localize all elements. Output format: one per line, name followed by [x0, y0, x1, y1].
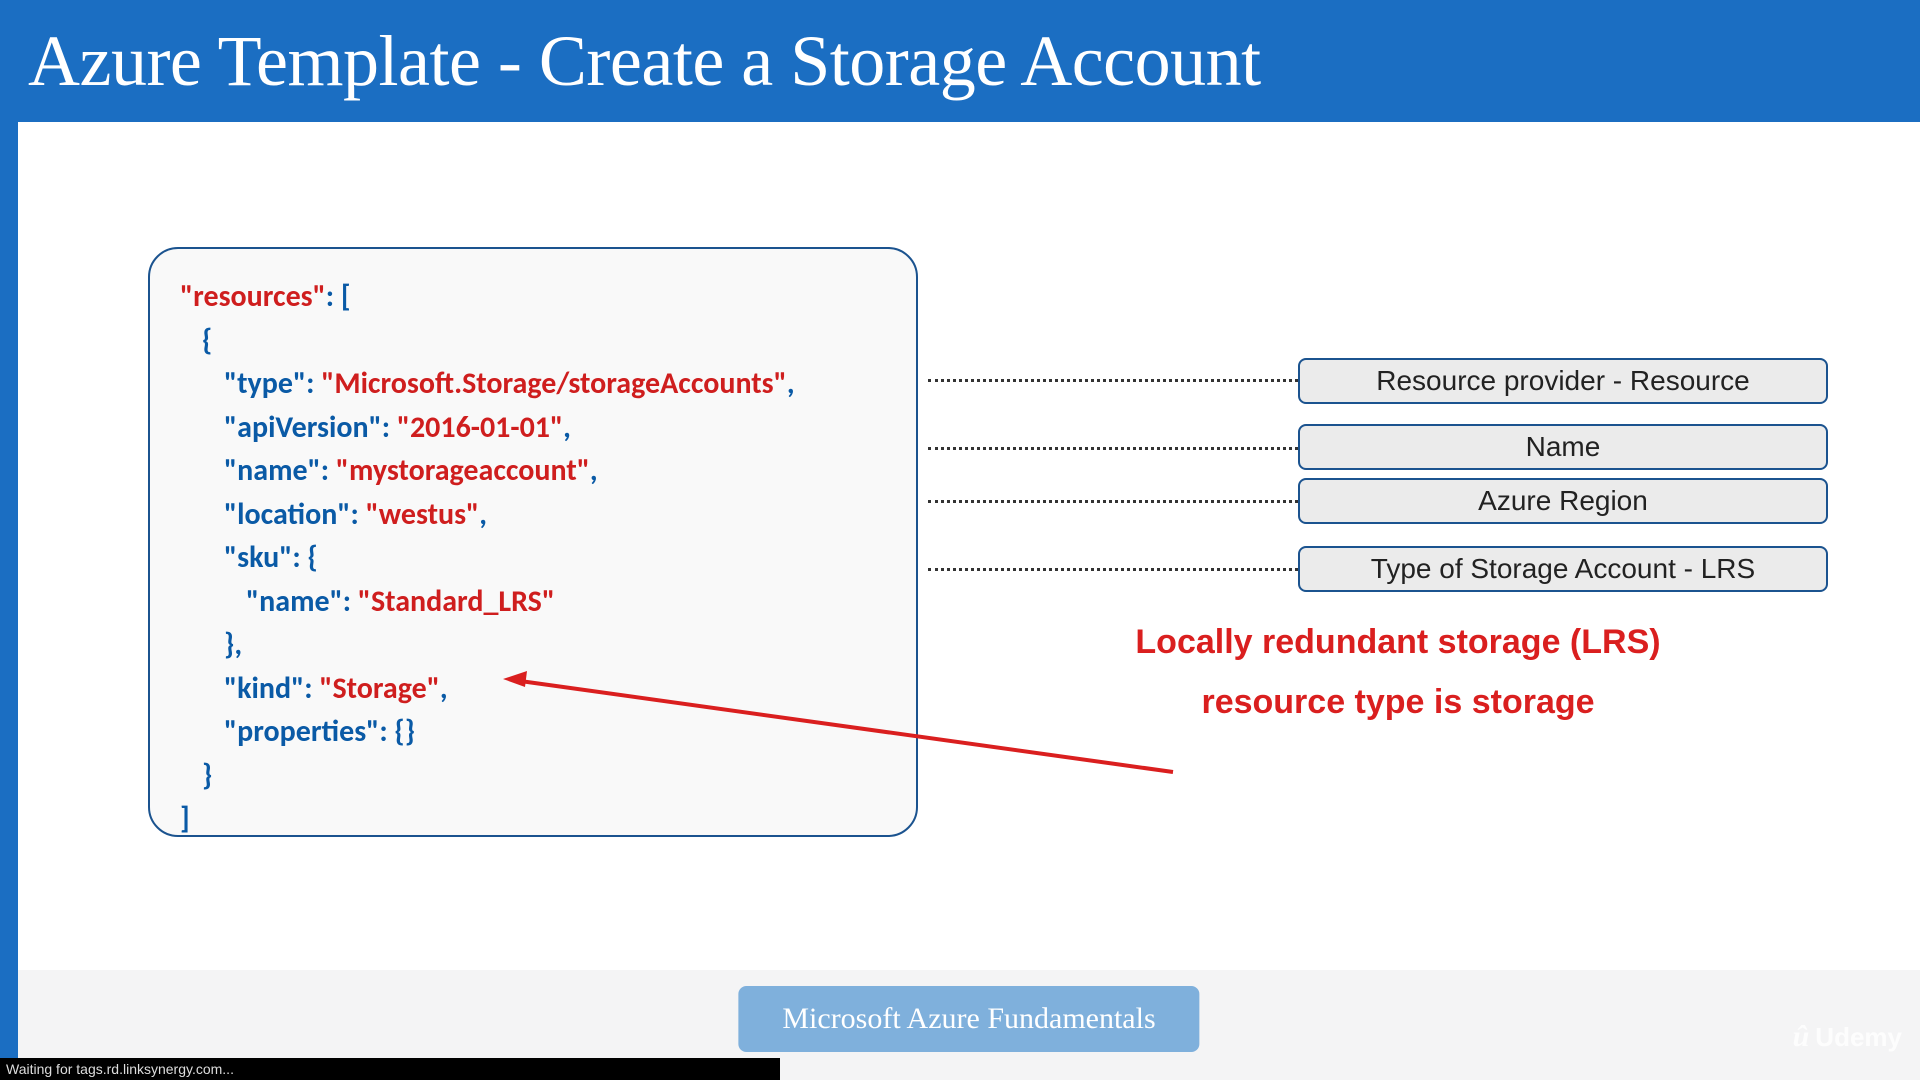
code-brace-open: {	[202, 322, 212, 359]
code-sku-open: : {	[292, 539, 317, 576]
code-val-name: "mystorageaccount"	[336, 452, 590, 489]
code-key-sku: "sku"	[224, 539, 292, 576]
callout-line1: Locally redundant storage (LRS)	[1078, 612, 1718, 672]
code-key-name: "name"	[224, 452, 321, 489]
code-box: "resources": [ { "type": "Microsoft.Stor…	[148, 247, 918, 837]
label-provider: Resource provider - Resource	[1298, 358, 1828, 404]
callout-line2: resource type is storage	[1078, 672, 1718, 732]
code-key-resources: "resources"	[180, 278, 326, 315]
udemy-logo: û Udemy	[1793, 1020, 1902, 1054]
connector-name	[928, 447, 1298, 450]
code-bracket-open: : [	[326, 278, 351, 315]
connector-sku	[928, 568, 1298, 571]
code-val-type: "Microsoft.Storage/storageAccounts"	[321, 365, 787, 402]
browser-status-bar: Waiting for tags.rd.linksynergy.com...	[0, 1058, 780, 1080]
footer-pill: Microsoft Azure Fundamentals	[738, 986, 1199, 1052]
code-val-location: "westus"	[366, 496, 480, 533]
slide-header: Azure Template - Create a Storage Accoun…	[0, 0, 1920, 122]
status-text: Waiting for tags.rd.linksynergy.com...	[6, 1061, 234, 1077]
label-name: Name	[1298, 424, 1828, 470]
code-brace-close: }	[202, 757, 212, 794]
code-key-apiversion: "apiVersion"	[224, 409, 382, 446]
callout-text: Locally redundant storage (LRS) resource…	[1078, 612, 1718, 732]
code-key-kind: "kind"	[224, 670, 304, 707]
code-val-apiversion: "2016-01-01"	[397, 409, 563, 446]
code-key-sku-name: "name"	[246, 583, 343, 620]
connector-provider	[928, 379, 1298, 382]
udemy-logo-text: Udemy	[1815, 1022, 1902, 1053]
left-accent-bar	[0, 122, 18, 1062]
label-region: Azure Region	[1298, 478, 1828, 524]
connector-region	[928, 500, 1298, 503]
code-val-sku-name: "Standard_LRS"	[358, 583, 555, 620]
code-key-type: "type"	[224, 365, 306, 402]
code-val-properties: : {}	[379, 713, 415, 750]
udemy-logo-icon: û	[1793, 1020, 1810, 1054]
code-bracket-close: ]	[180, 800, 190, 837]
label-sku: Type of Storage Account - LRS	[1298, 546, 1828, 592]
slide-content: "resources": [ { "type": "Microsoft.Stor…	[18, 122, 1920, 1080]
code-val-kind: "Storage"	[319, 670, 440, 707]
code-key-location: "location"	[224, 496, 351, 533]
slide-title: Azure Template - Create a Storage Accoun…	[28, 20, 1261, 103]
code-key-properties: "properties"	[224, 713, 379, 750]
code-sku-close: },	[224, 626, 242, 663]
